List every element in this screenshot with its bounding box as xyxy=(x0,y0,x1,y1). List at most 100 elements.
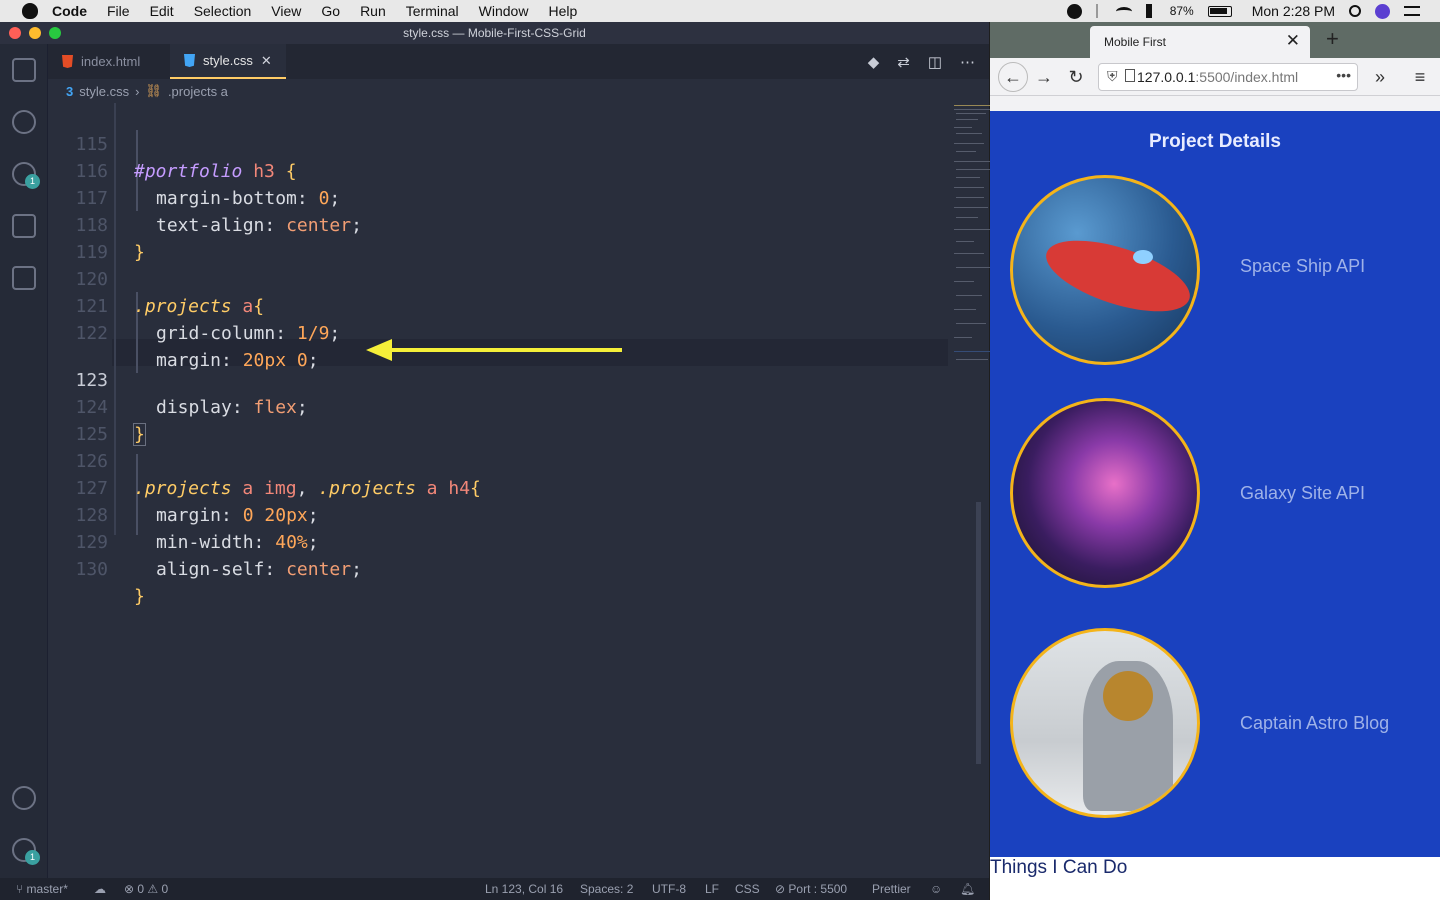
menu-terminal[interactable]: Terminal xyxy=(406,3,459,19)
browser-tab-title: Mobile First xyxy=(1104,35,1167,49)
eol-status[interactable]: LF xyxy=(705,878,719,900)
error-count: 0 xyxy=(137,882,145,896)
siri-icon[interactable] xyxy=(1375,3,1390,19)
brace: { xyxy=(285,161,297,182)
open-changes-icon[interactable]: ⇄ xyxy=(897,53,910,71)
menu-window[interactable]: Window xyxy=(479,3,529,19)
things-i-can-do-heading: Things I Can Do xyxy=(990,857,1128,878)
bluetooth-icon[interactable] xyxy=(1095,4,1102,18)
spotlight-search-icon[interactable] xyxy=(1349,5,1361,17)
indent-guide xyxy=(114,103,116,535)
breadcrumb-file[interactable]: style.css xyxy=(79,84,129,99)
page-actions-icon[interactable]: ••• xyxy=(1336,67,1351,83)
indentation-status[interactable]: Spaces: 2 xyxy=(580,878,633,900)
menu-selection[interactable]: Selection xyxy=(194,3,252,19)
shield-icon[interactable]: ⛨ xyxy=(1107,68,1118,85)
wifi-icon[interactable] xyxy=(1115,6,1132,16)
css-value: center xyxy=(286,559,352,580)
project-link-space-ship[interactable]: Space Ship API xyxy=(1240,256,1365,277)
back-icon[interactable]: ← xyxy=(998,62,1028,92)
search-icon[interactable] xyxy=(12,110,36,134)
notification-center-icon[interactable] xyxy=(1404,6,1420,16)
branch-status[interactable]: ⑂ master* xyxy=(16,878,68,900)
menu-go[interactable]: Go xyxy=(321,3,340,19)
problems-status[interactable]: ⊗ 0 ⚠ 0 xyxy=(124,878,168,900)
encoding-status[interactable]: UTF-8 xyxy=(652,878,686,900)
tab-index-html[interactable]: index.html xyxy=(48,44,170,79)
brace: } xyxy=(134,586,145,607)
forward-icon[interactable]: → xyxy=(1032,65,1056,89)
reload-icon[interactable]: ↻ xyxy=(1064,65,1088,89)
brace: { xyxy=(253,296,265,317)
menu-help[interactable]: Help xyxy=(548,3,577,19)
css-value: 1/9 xyxy=(296,323,330,344)
firefox-window: Mobile First ✕ + ← → ↻ ⛨ 127.0.0.1:5500/… xyxy=(990,22,1440,900)
window-title: style.css — Mobile-First-CSS-Grid xyxy=(403,26,586,40)
code-line: 121 grid-column: 1/9; xyxy=(48,266,340,344)
new-tab-icon[interactable]: + xyxy=(1326,26,1339,52)
editor-scrollbar[interactable] xyxy=(976,502,981,764)
zoom-window-icon[interactable] xyxy=(49,27,61,39)
language-mode[interactable]: CSS xyxy=(735,878,760,900)
project-link-captain-astro[interactable]: Captain Astro Blog xyxy=(1240,713,1389,734)
more-actions-icon[interactable]: ⋯ xyxy=(960,53,975,71)
galaxy-image[interactable] xyxy=(1010,398,1200,588)
live-server-port[interactable]: ⊘ Port : 5500 xyxy=(775,878,847,900)
accounts-icon[interactable] xyxy=(12,786,36,810)
css-class-selector: .projects xyxy=(318,478,416,499)
notifications-bell-icon[interactable]: 🔔︎ xyxy=(960,878,975,900)
code-line: 122 margin: 20px 0; xyxy=(48,293,318,371)
close-tab-icon[interactable]: ✕ xyxy=(1286,31,1300,51)
menu-app-name[interactable]: Code xyxy=(52,3,87,19)
code-editor[interactable]: 115 #portfolio h3 { 116 margin-bottom: 0… xyxy=(48,103,1020,878)
port-label: Port : 5500 xyxy=(788,882,848,896)
css-tag: img xyxy=(264,478,297,499)
minimize-window-icon[interactable] xyxy=(29,27,41,39)
settings-badge: 1 xyxy=(25,850,40,865)
css-class-selector: .projects xyxy=(134,296,232,317)
css-value: 20px 0 xyxy=(242,350,308,371)
sync-icon[interactable]: ☁ xyxy=(94,878,106,900)
browser-tab[interactable]: Mobile First ✕ xyxy=(1090,26,1310,58)
feedback-icon[interactable]: ☺ xyxy=(930,878,942,900)
code-line: 126 .projects a img, .projects a h4{ xyxy=(48,421,480,499)
project-link-galaxy-site[interactable]: Galaxy Site API xyxy=(1240,483,1365,504)
code-line: 117 text-align: center; xyxy=(48,158,361,236)
brace: } xyxy=(134,242,145,263)
hamburger-menu-icon[interactable]: ≡ xyxy=(1408,65,1432,89)
menu-file[interactable]: File xyxy=(107,3,130,19)
menu-edit[interactable]: Edit xyxy=(150,3,174,19)
source-control-badge: 1 xyxy=(25,174,40,189)
code-line: 129 align-self: center; xyxy=(48,502,361,580)
extensions-icon[interactable] xyxy=(12,266,36,290)
breadcrumb-symbol[interactable]: .projects a xyxy=(168,84,228,99)
close-tab-icon[interactable]: ✕ xyxy=(261,53,272,69)
code-line: 124 } xyxy=(48,367,146,446)
spaceship-image[interactable] xyxy=(1010,175,1200,365)
volume-icon[interactable] xyxy=(1145,4,1156,18)
vscode-window: style.css — Mobile-First-CSS-Grid 1 1 in… xyxy=(0,22,1020,900)
prettier-status[interactable]: Prettier xyxy=(872,878,911,900)
split-editor-icon[interactable]: ◫ xyxy=(928,53,942,71)
git-lens-icon[interactable]: ◆ xyxy=(868,53,880,71)
apple-icon[interactable] xyxy=(22,3,38,19)
status-bar: ⑂ master* ☁ ⊗ 0 ⚠ 0 Ln 123, Col 16 Space… xyxy=(0,878,989,900)
menubar-clock[interactable]: Mon 2:28 PM xyxy=(1252,3,1335,19)
line-number: 130 xyxy=(75,559,108,580)
url-bar[interactable]: ⛨ 127.0.0.1:5500/index.html ••• xyxy=(1098,63,1358,91)
symbol-icon: ⛓ xyxy=(145,83,162,98)
menu-run[interactable]: Run xyxy=(360,3,386,19)
explorer-icon[interactable] xyxy=(12,58,36,82)
astronaut-image[interactable] xyxy=(1010,628,1200,818)
tab-style-css[interactable]: style.css ✕ xyxy=(170,44,286,79)
menu-view[interactable]: View xyxy=(271,3,301,19)
battery-icon[interactable] xyxy=(1207,5,1232,17)
run-debug-icon[interactable] xyxy=(12,214,36,238)
css-property: margin xyxy=(156,350,222,371)
cursor-position[interactable]: Ln 123, Col 16 xyxy=(485,878,563,900)
close-window-icon[interactable] xyxy=(9,27,21,39)
css-value: 0 xyxy=(318,188,330,209)
overflow-chevron-icon[interactable]: » xyxy=(1368,65,1392,89)
checkmark-status-icon[interactable] xyxy=(1066,3,1082,19)
url-path: :5500/index.html xyxy=(1195,69,1299,85)
